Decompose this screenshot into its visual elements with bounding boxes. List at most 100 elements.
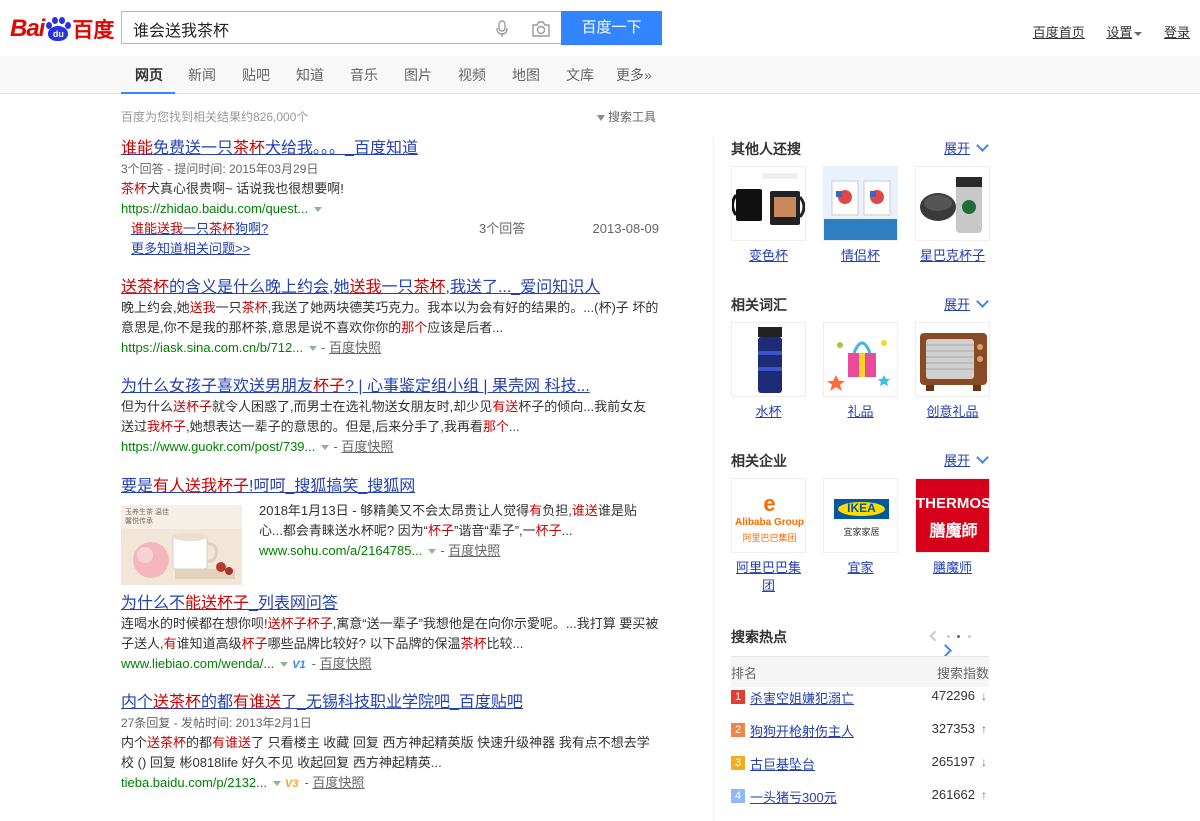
- expand-others-link[interactable]: 展开: [944, 138, 989, 157]
- text-run: 的都: [201, 694, 234, 711]
- related-word-tile[interactable]: 创意礼品: [915, 322, 990, 421]
- text-run: ...: [508, 419, 520, 434]
- result-title[interactable]: 内个送茶杯的都有谁送了_无锡科技职业学院吧_百度贴吧: [121, 694, 523, 711]
- related-question-date: 2013-08-09: [592, 221, 660, 236]
- caret-down-icon: [1134, 31, 1143, 36]
- dropdown-arrow-icon[interactable]: [314, 207, 323, 213]
- rank-badge: 4: [731, 789, 745, 803]
- verified-badge-v1[interactable]: V1: [292, 655, 305, 675]
- tab-wenku[interactable]: 文库: [566, 65, 594, 85]
- search-button[interactable]: 百度一下: [561, 11, 662, 45]
- more-questions-link[interactable]: 更多知道相关问题>>: [131, 241, 250, 256]
- result-url[interactable]: https://zhidao.baidu.com/quest...: [121, 201, 308, 216]
- pager-dot-active-icon[interactable]: [957, 635, 961, 639]
- dropdown-arrow-icon[interactable]: [273, 781, 281, 787]
- text-run: 了 只看楼主 收藏 回复 西方神起精英版 快速升级神器 我有点不想去学: [251, 735, 650, 750]
- expand-related-link[interactable]: 展开: [944, 294, 989, 313]
- nav-bar: 网页 新闻 贴吧 知道 音乐 图片 视频 地图 文库 更多»: [0, 56, 1200, 94]
- highlighted-term: 送茶杯: [147, 735, 187, 750]
- result-abstract-line: 2018年1月13日 - 够精美又不会太昂贵让人觉得有负担,谁送谁是贴: [259, 501, 661, 521]
- tab-zhidao[interactable]: 知道: [296, 65, 324, 85]
- home-link[interactable]: 百度首页: [1033, 25, 1085, 40]
- company-tile[interactable]: THERMOS 膳魔師 膳魔师: [915, 478, 990, 577]
- text-run: 一只: [183, 221, 210, 236]
- highlighted-term: 那个: [482, 419, 509, 434]
- highlighted-term: 有谁送: [233, 694, 282, 711]
- rank-badge: 3: [731, 756, 745, 770]
- result-url[interactable]: www.sohu.com/a/2164785...: [259, 543, 422, 558]
- result-thumbnail[interactable]: 玉养生茶 温佳 馨悦传承: [121, 505, 242, 585]
- hot-search-row: 1 杀害空姐嫌犯溺亡 472296 ↓: [731, 687, 989, 709]
- result-title[interactable]: 要是有人送我杯子!呵呵_搜狐搞笑_搜狐网: [121, 478, 415, 495]
- tile-label: 星巴克杯子: [919, 248, 985, 263]
- tab-images[interactable]: 图片: [404, 65, 432, 85]
- search-input[interactable]: [131, 12, 495, 45]
- hot-search-link[interactable]: 古巨基坠台: [750, 754, 815, 773]
- hot-search-link[interactable]: 狗狗开枪射伤主人: [750, 721, 854, 740]
- result-url-line: www.liebiao.com/wenda/... V1- 百度快照: [121, 654, 661, 675]
- result-url[interactable]: tieba.baidu.com/p/2132...: [121, 775, 267, 790]
- tab-map[interactable]: 地图: [512, 65, 540, 85]
- related-search-tile[interactable]: 变色杯: [731, 166, 806, 265]
- tile-label: 创意礼品: [926, 404, 979, 419]
- result-url[interactable]: https://www.guokr.com/post/739...: [121, 439, 315, 454]
- result-url[interactable]: https://iask.sina.com.cn/b/712...: [121, 340, 303, 355]
- baidu-logo[interactable]: Bai du 百度: [10, 14, 114, 44]
- search-tools-label: 搜索工具: [608, 110, 657, 124]
- highlighted-term: 送茶杯: [153, 694, 202, 711]
- chevron-left-icon[interactable]: [929, 630, 941, 642]
- highlighted-term: 杯子: [428, 523, 455, 538]
- text-run: 为什么女孩子喜欢送男朋友: [121, 378, 314, 395]
- related-search-tile[interactable]: 星巴克杯子: [915, 166, 990, 265]
- snapshot-link[interactable]: 百度快照: [312, 775, 364, 790]
- related-question-link[interactable]: 谁能送我一只茶杯狗啊?: [131, 221, 268, 236]
- tab-video[interactable]: 视频: [458, 65, 486, 85]
- tile-label: 阿里巴巴集团: [735, 560, 801, 593]
- tab-more[interactable]: 更多»: [616, 65, 652, 85]
- company-tile[interactable]: e Alibaba Group 阿里巴巴集团 阿里巴巴集团: [731, 478, 806, 595]
- chevron-right-icon[interactable]: [939, 644, 952, 657]
- microphone-icon[interactable]: [495, 20, 509, 38]
- snapshot-link[interactable]: 百度快照: [448, 543, 500, 558]
- related-search-tile[interactable]: 情侣杯: [823, 166, 898, 265]
- result-title[interactable]: 为什么女孩子喜欢送男朋友杯子? | 心事鉴定组小组 | 果壳网 科技...: [121, 378, 590, 395]
- dropdown-arrow-icon[interactable]: [428, 549, 437, 555]
- result-abstract-line: 心...都会青睐送水杯呢? 因为“杯子”谐音“辈子”,一杯子...: [259, 521, 661, 541]
- rank-badge: 2: [731, 723, 745, 737]
- result-title[interactable]: 送茶杯的含义是什么晚上约会,她送我一只茶杯,我送了..._爱问知识人: [121, 279, 600, 296]
- highlighted-term: 茶杯: [460, 636, 487, 651]
- text-run: 但为什么: [121, 399, 174, 414]
- tab-tieba[interactable]: 贴吧: [242, 65, 270, 85]
- dropdown-arrow-icon[interactable]: [309, 346, 318, 352]
- hot-search-link[interactable]: 杀害空姐嫌犯溺亡: [750, 688, 854, 707]
- result-title[interactable]: 谁能免费送一只茶杯犬给我。。。_百度知道: [121, 140, 418, 157]
- company-tile[interactable]: IKEA 宜家家居 宜家: [823, 478, 898, 577]
- result-title[interactable]: 为什么不能送杯子_列表网问答: [121, 595, 338, 612]
- related-word-tile[interactable]: 水杯: [731, 322, 806, 421]
- expand-companies-link[interactable]: 展开: [944, 450, 989, 469]
- search-box: [121, 11, 561, 45]
- result-url[interactable]: www.liebiao.com/wenda/...: [121, 656, 274, 671]
- pager-dot-icon[interactable]: [946, 635, 950, 639]
- dropdown-arrow-icon[interactable]: [321, 445, 330, 451]
- tab-web[interactable]: 网页: [135, 65, 163, 85]
- hot-search-link[interactable]: 一头猪亏300元: [750, 787, 837, 806]
- pager-dot-icon[interactable]: [967, 635, 971, 639]
- login-link[interactable]: 登录: [1164, 25, 1190, 40]
- camera-icon[interactable]: [531, 20, 551, 38]
- related-word-tile[interactable]: 礼品: [823, 322, 898, 421]
- couple-mug-image: [823, 166, 898, 241]
- snapshot-link[interactable]: 百度快照: [329, 340, 381, 355]
- trend-down-icon: ↓: [981, 689, 987, 703]
- result-url-line: https://iask.sina.com.cn/b/712... - 百度快照: [121, 340, 382, 355]
- search-tools[interactable]: 搜索工具: [597, 108, 656, 125]
- related-question-count: 3个回答: [479, 221, 526, 236]
- result-abstract: 茶杯犬真心很贵啊~ 话说我也很想要啊!: [121, 179, 661, 199]
- verified-badge-v3[interactable]: V3: [285, 774, 298, 794]
- snapshot-link[interactable]: 百度快照: [320, 656, 372, 671]
- tab-news[interactable]: 新闻: [188, 65, 216, 85]
- snapshot-link[interactable]: 百度快照: [341, 439, 393, 454]
- settings-link[interactable]: 设置: [1106, 25, 1132, 40]
- dropdown-arrow-icon[interactable]: [280, 662, 289, 668]
- tab-music[interactable]: 音乐: [350, 65, 378, 85]
